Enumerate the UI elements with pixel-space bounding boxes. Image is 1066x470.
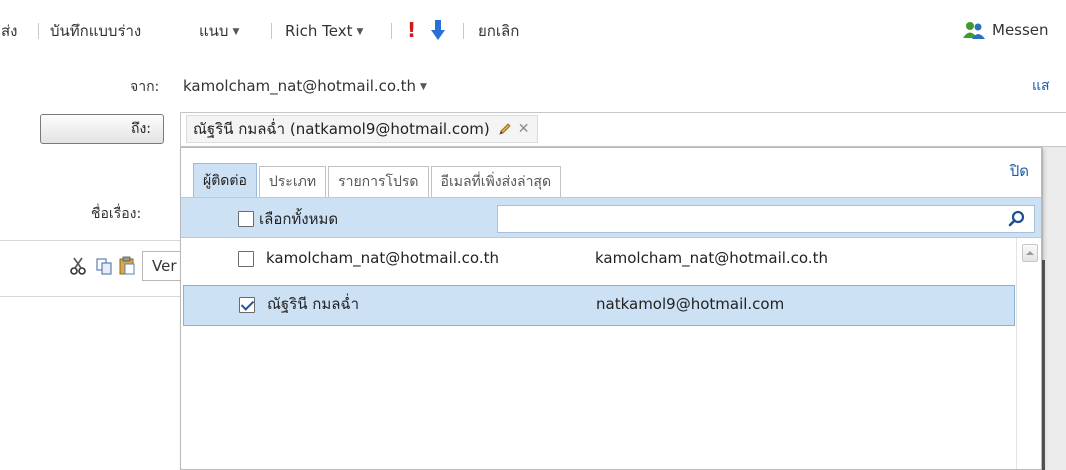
toolbar-separator [38, 23, 39, 39]
contact-name: kamolcham_nat@hotmail.co.th [266, 249, 499, 267]
contact-list: kamolcham_nat@hotmail.co.th kamolcham_na… [181, 238, 1041, 469]
select-all-bar: เลือกทั้งหมด [181, 197, 1041, 238]
tab-favorites[interactable]: รายการโปรด [328, 166, 429, 197]
messenger-label: Messen [992, 21, 1049, 39]
contact-name: ณัฐรินี กมลฉ่ำ [267, 295, 360, 313]
chevron-down-icon: ▼ [420, 82, 427, 92]
attach-label: แนบ [199, 22, 229, 40]
contact-search-input[interactable] [497, 205, 1035, 233]
cut-icon[interactable] [69, 256, 87, 276]
attach-button[interactable]: แนบ ▼ [199, 21, 239, 42]
chevron-down-icon: ▼ [356, 27, 364, 37]
recipient-chip[interactable]: ณัฐรินี กมลฉ่ำ (natkamol9@hotmail.com) ✕ [186, 115, 539, 143]
contact-email: natkamol9@hotmail.com [596, 295, 785, 313]
recipient-label: ณัฐรินี กมลฉ่ำ (natkamol9@hotmail.com) [193, 120, 490, 138]
compose-toolbar: ส่ง บันทึกแบบร่าง แนบ ▼ Rich Text ▼ ! ยกเล… [0, 0, 1066, 62]
rich-text-dropdown[interactable]: Rich Text ▼ [285, 21, 363, 42]
picker-tabs: ผู้ติดต่อ ประเภท รายการโปรด อีเมลที่เพิ่… [193, 163, 563, 197]
tab-contacts[interactable]: ผู้ติดต่อ [193, 163, 257, 197]
low-priority-icon[interactable] [430, 19, 446, 41]
to-button[interactable]: ถึง: [40, 114, 164, 144]
from-label: จาก: [130, 79, 160, 95]
toolbar-separator [391, 23, 392, 39]
select-all-checkbox[interactable] [238, 211, 254, 227]
subject-label: ชื่อเรื่อง: [91, 206, 142, 222]
rich-text-label: Rich Text [285, 22, 353, 40]
cancel-button[interactable]: ยกเลิก [478, 21, 519, 41]
contact-email: kamolcham_nat@hotmail.co.th [595, 249, 828, 267]
messenger-button[interactable]: Messen [962, 20, 1049, 40]
contact-picker: ปิด ผู้ติดต่อ ประเภท รายการโปรด อีเมลที่… [180, 147, 1042, 470]
from-value: kamolcham_nat@hotmail.co.th [183, 77, 416, 95]
contact-row[interactable]: kamolcham_nat@hotmail.co.th kamolcham_na… [181, 238, 1017, 279]
paste-icon[interactable] [118, 256, 136, 276]
contact-checkbox[interactable] [238, 251, 254, 267]
select-all-label: เลือกทั้งหมด [259, 210, 339, 228]
tab-recent-emails[interactable]: อีเมลที่เพิ่งส่งล่าสุด [430, 166, 562, 197]
scroll-up-icon[interactable] [1022, 244, 1038, 262]
show-cc-link[interactable]: แส [1032, 76, 1050, 96]
from-dropdown[interactable]: kamolcham_nat@hotmail.co.th ▼ [183, 76, 427, 97]
toolbar-separator [463, 23, 464, 39]
tab-categories[interactable]: ประเภท [258, 166, 327, 197]
chevron-down-icon: ▼ [232, 27, 240, 37]
contact-list-scrollbar[interactable] [1016, 238, 1041, 469]
close-icon[interactable]: ✕ [518, 121, 530, 137]
scroll-region [1042, 147, 1066, 470]
search-icon[interactable] [1008, 210, 1026, 228]
contact-checkbox[interactable] [239, 297, 255, 313]
send-button[interactable]: ส่ง [1, 21, 17, 41]
save-draft-button[interactable]: บันทึกแบบร่าง [50, 21, 141, 41]
messenger-icon [963, 22, 985, 39]
toolbar-separator [271, 23, 272, 39]
copy-icon[interactable] [95, 256, 113, 276]
pencil-icon[interactable] [498, 122, 512, 136]
contact-row[interactable]: ณัฐรินี กมลฉ่ำ natkamol9@hotmail.com [183, 285, 1015, 326]
picker-close-link[interactable]: ปิด [1010, 161, 1029, 181]
high-priority-icon[interactable]: ! [407, 18, 416, 42]
